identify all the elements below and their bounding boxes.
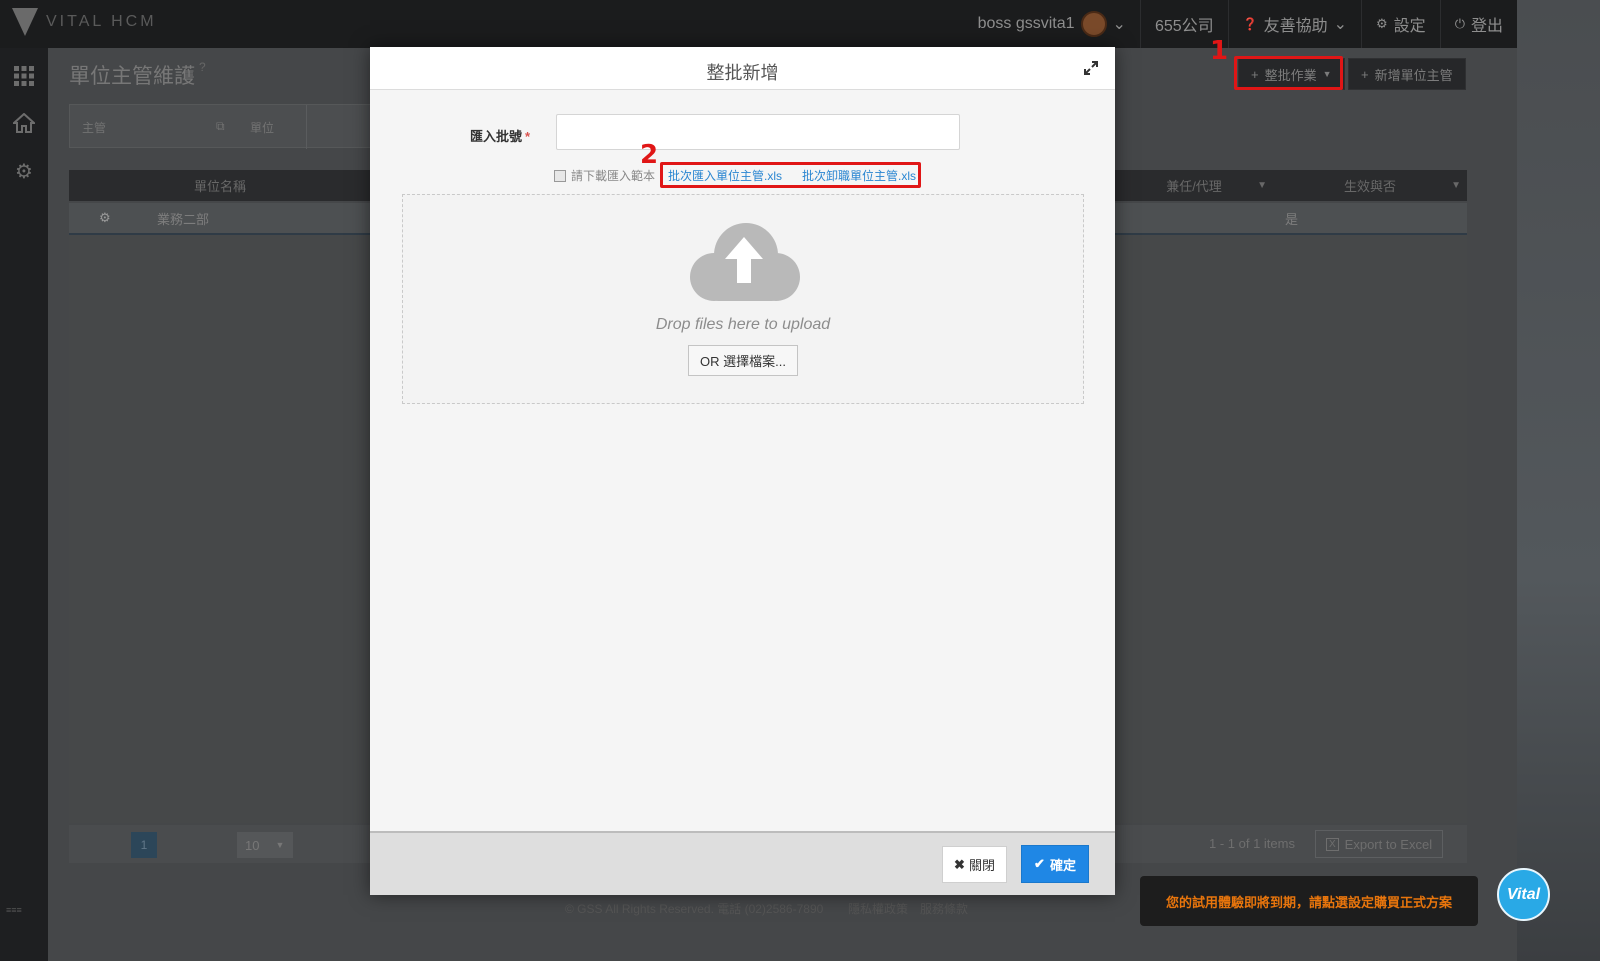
export-label: Export to Excel: [1344, 836, 1433, 852]
table-row[interactable]: ⚙ 業務二部: [69, 203, 371, 235]
logout-label: 登出: [1470, 18, 1503, 35]
row-unit-name: 業務二部: [157, 211, 210, 227]
app-logo[interactable]: VITAL HCM: [12, 8, 157, 36]
required-mark: *: [525, 129, 531, 144]
help-menu[interactable]: ❓ 友善協助 ⌄: [1227, 0, 1361, 48]
dialog-header: 整批新增: [370, 47, 1115, 90]
external-link-icon[interactable]: ⧉: [216, 119, 225, 134]
confirm-label: 確定: [1049, 857, 1076, 873]
annotation-number-1: 1: [1210, 36, 1229, 66]
batch-number-label: 匯入批號 *: [470, 126, 530, 145]
table-row[interactable]: 是: [1115, 203, 1467, 235]
excel-file-icon: [554, 169, 566, 182]
check-icon: ✔: [1034, 856, 1045, 871]
avatar: [1080, 11, 1107, 37]
footer-copyright: © GSS All Rights Reserved. 電話 (02)2586-7…: [565, 902, 824, 916]
page-size-value: 10: [245, 837, 260, 853]
plus-icon: +: [1361, 66, 1369, 82]
excel-icon: X: [1326, 837, 1339, 851]
file-dropzone[interactable]: Drop files here to upload OR 選擇檔案...: [402, 194, 1084, 404]
batch-number-input[interactable]: [556, 114, 960, 150]
caret-down-icon: ▼: [275, 840, 285, 850]
column-header-label: 單位名稱: [193, 179, 246, 194]
window-background: [1517, 0, 1600, 961]
page-title: 單位主管維護?: [69, 60, 206, 90]
filter-manager-label: 主管: [82, 121, 107, 135]
terms-link[interactable]: 服務條款: [920, 900, 968, 917]
user-name: boss gssvita1: [977, 15, 1075, 32]
user-menu[interactable]: boss gssvita1 ⌄: [964, 0, 1140, 48]
gear-icon[interactable]: ⚙: [99, 210, 111, 226]
batch-add-dialog: 整批新增 匯入批號 * 請下載匯入範本 批次匯入單位主管.xls 批次卸職單位主管…: [370, 47, 1115, 895]
help-circle-icon[interactable]: ?: [199, 60, 206, 74]
company-name: 655公司: [1154, 18, 1214, 35]
settings-link[interactable]: ⚙ 設定: [1361, 0, 1440, 48]
filter-icon[interactable]: ▼: [1451, 180, 1461, 191]
row-effective: 是: [1285, 211, 1299, 227]
home-icon[interactable]: [0, 108, 48, 138]
help-icon: ❓: [1242, 17, 1258, 31]
column-header-effective[interactable]: 生效與否 ▼: [1273, 170, 1467, 201]
power-icon: ⏻: [1454, 16, 1465, 31]
close-button[interactable]: ✖ 關閉: [942, 846, 1007, 883]
page-number-button[interactable]: 1: [131, 832, 157, 858]
dropzone-text: Drop files here to upload: [655, 316, 831, 333]
help-label: 友善協助: [1263, 18, 1328, 35]
annotation-number-2: 2: [640, 140, 659, 170]
close-label: 關閉: [968, 858, 995, 873]
dialog-title: 整批新增: [706, 63, 779, 83]
app-logo-text: VITAL HCM: [46, 13, 157, 30]
chevron-down-icon: ⌄: [1333, 16, 1348, 33]
expand-icon[interactable]: [1083, 60, 1099, 76]
trial-expiry-toast[interactable]: 您的試用體驗即將到期，請點選設定購買正式方案: [1140, 876, 1478, 926]
logout-link[interactable]: ⏻ 登出: [1439, 0, 1517, 48]
confirm-button[interactable]: ✔ 確定: [1021, 845, 1089, 883]
sidebar-footer-mark: ≡≡≡: [6, 905, 22, 915]
batch-number-label-text: 匯入批號: [470, 129, 523, 144]
column-header-unit-name[interactable]: 單位名稱: [69, 170, 371, 201]
add-unit-manager-label: 新增單位主管: [1374, 67, 1453, 83]
export-excel-button[interactable]: X Export to Excel: [1315, 830, 1444, 858]
column-header-label: 兼任/代理: [1166, 179, 1222, 194]
page-size-select[interactable]: 10 ▼: [237, 832, 293, 858]
settings-label: 設定: [1393, 18, 1426, 35]
items-info: 1 - 1 of 1 items: [1209, 836, 1295, 851]
filter-icon[interactable]: ▼: [1257, 180, 1267, 191]
annotation-box-1: [1234, 56, 1343, 90]
annotation-box-2: [660, 162, 921, 188]
apps-grid-icon[interactable]: [0, 61, 48, 91]
left-sidebar: ⚙: [0, 48, 48, 961]
chevron-down-icon: ⌄: [1112, 16, 1126, 33]
top-navbar: VITAL HCM boss gssvita1 ⌄ 655公司 ❓ 友善協助 ⌄…: [0, 0, 1517, 48]
column-header-label: 生效與否: [1343, 179, 1396, 194]
privacy-link[interactable]: 隱私權政策: [848, 900, 908, 917]
gear-icon: ⚙: [1376, 16, 1388, 31]
page-title-text: 單位主管維護: [69, 65, 195, 88]
filter-unit-label: 單位: [250, 121, 275, 135]
close-icon: ✖: [954, 856, 965, 872]
cloud-upload-icon: [690, 223, 800, 301]
dialog-footer: ✖ 關閉 ✔ 確定: [370, 831, 1115, 895]
add-unit-manager-button[interactable]: + 新增單位主管: [1348, 58, 1466, 90]
choose-file-button[interactable]: OR 選擇檔案...: [688, 345, 798, 376]
column-header-concurrent[interactable]: 兼任/代理 ▼: [1115, 170, 1273, 201]
vital-chat-bubble[interactable]: Vital: [1497, 868, 1550, 921]
filter-bar: 主管 ⧉ 單位: [69, 104, 389, 149]
gear-icon[interactable]: ⚙: [0, 156, 48, 186]
vital-logo-icon: [12, 8, 38, 36]
divider: [306, 105, 307, 149]
